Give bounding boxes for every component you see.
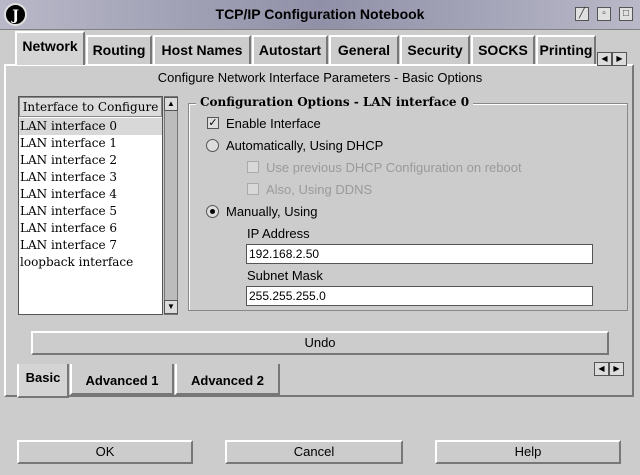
list-item[interactable]: LAN interface 0: [19, 118, 162, 135]
ip-address-label: IP Address: [247, 226, 310, 241]
interface-list-scrollbar[interactable]: [164, 96, 178, 315]
tab-general[interactable]: General: [329, 35, 399, 64]
subtab-advanced-2[interactable]: Advanced 2: [175, 364, 280, 395]
auto-dhcp-radio[interactable]: [206, 139, 219, 152]
manual-radio[interactable]: [206, 205, 219, 218]
minimize-icon[interactable]: ▫: [597, 7, 611, 21]
config-group-title: Configuration Options - LAN interface 0: [196, 95, 474, 109]
window-title: TCP/IP Configuration Notebook: [215, 6, 425, 22]
page-subtitle: Configure Network Interface Parameters -…: [157, 70, 483, 85]
enable-interface-checkbox[interactable]: ✓: [207, 117, 219, 129]
maximize-icon[interactable]: □: [619, 7, 633, 21]
list-item[interactable]: LAN interface 5: [19, 203, 162, 220]
list-item[interactable]: LAN interface 4: [19, 186, 162, 203]
tab-host-names[interactable]: Host Names: [153, 35, 251, 64]
use-previous-dhcp-label: Use previous DHCP Configuration on reboo…: [266, 160, 522, 175]
subnet-mask-label: Subnet Mask: [247, 268, 323, 283]
interface-list-header[interactable]: Interface to Configure: [19, 97, 162, 117]
subnet-mask-input[interactable]: 255.255.255.0: [246, 286, 593, 306]
auto-dhcp-label: Automatically, Using DHCP: [226, 138, 384, 153]
tab-scroll-right-icon[interactable]: ▶: [612, 52, 627, 66]
tab-network[interactable]: Network: [15, 31, 85, 65]
tab-socks[interactable]: SOCKS: [471, 35, 535, 64]
help-button[interactable]: Help: [435, 440, 621, 464]
manual-label: Manually, Using: [226, 204, 318, 219]
list-item[interactable]: LAN interface 3: [19, 169, 162, 186]
list-item[interactable]: LAN interface 2: [19, 152, 162, 169]
close-icon[interactable]: ╱: [575, 7, 589, 21]
use-previous-dhcp-checkbox[interactable]: [247, 161, 259, 173]
enable-interface-label: Enable Interface: [226, 116, 321, 131]
undo-button[interactable]: Undo: [31, 331, 609, 355]
scroll-down-icon[interactable]: ▼: [164, 300, 178, 314]
list-item[interactable]: LAN interface 7: [19, 237, 162, 254]
tab-security[interactable]: Security: [400, 35, 470, 64]
subtab-basic[interactable]: Basic: [17, 364, 69, 398]
subtab-scroll-right-icon[interactable]: ▶: [609, 362, 624, 376]
subtab-advanced-1[interactable]: Advanced 1: [70, 364, 174, 395]
cancel-button[interactable]: Cancel: [225, 440, 403, 464]
using-ddns-checkbox[interactable]: [247, 183, 259, 195]
ok-button[interactable]: OK: [17, 440, 193, 464]
list-item[interactable]: LAN interface 6: [19, 220, 162, 237]
list-item[interactable]: loopback interface: [19, 254, 162, 271]
tab-routing[interactable]: Routing: [86, 35, 152, 64]
tab-autostart[interactable]: Autostart: [252, 35, 328, 64]
tab-printing[interactable]: Printing: [536, 35, 596, 64]
tab-scroll-left-icon[interactable]: ◀: [597, 52, 612, 66]
using-ddns-label: Also, Using DDNS: [266, 182, 373, 197]
scroll-up-icon[interactable]: ▲: [164, 97, 178, 111]
subtab-scroll-left-icon[interactable]: ◀: [594, 362, 609, 376]
ip-address-input[interactable]: 192.168.2.50: [246, 244, 593, 264]
list-item[interactable]: LAN interface 1: [19, 135, 162, 152]
